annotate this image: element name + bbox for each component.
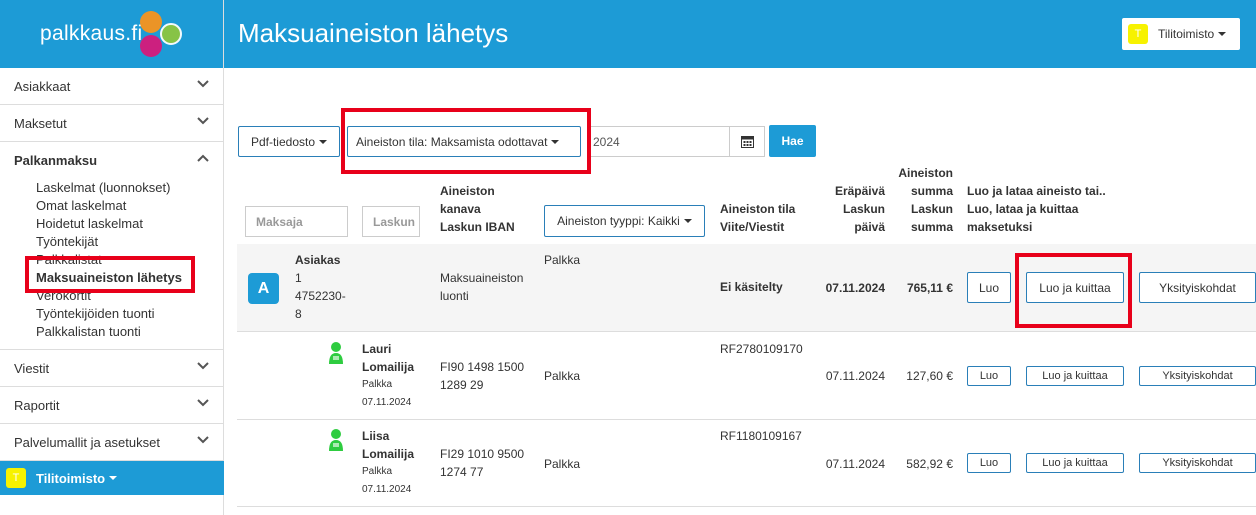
nav-palvelumallit-label: Palvelumallit ja asetukset — [14, 434, 160, 450]
sidebar-item-tyontekijat[interactable]: Työntekijät — [36, 233, 223, 251]
chevron-down-icon — [197, 436, 209, 446]
sidebar-item-palkkalistan-tuonti[interactable]: Palkkalistan tuonti — [36, 323, 223, 341]
details-button[interactable]: Yksityiskohdat — [1139, 272, 1256, 303]
nav-palkanmaksu[interactable]: Palkanmaksu — [0, 142, 223, 179]
employee-sum: 127,60 € — [906, 369, 953, 383]
client-business-id: 4752230- 8 — [295, 289, 346, 321]
logo-bar: palkkaus.fi — [0, 0, 223, 68]
header-state: Aineiston tila Viite/Viestit — [720, 202, 796, 234]
create-confirm-button[interactable]: Luo ja kuittaa — [1026, 453, 1124, 473]
account-label: Tilitoimisto — [1158, 27, 1215, 41]
sidebar-item-omat-laskelmat[interactable]: Omat laskelmat — [36, 197, 223, 215]
employee-type: Palkka — [544, 369, 581, 383]
nav-raportit[interactable]: Raportit — [0, 387, 223, 424]
header-channel: Aineiston kanava Laskun IBAN — [440, 184, 515, 234]
group-type: Palkka — [544, 253, 581, 267]
person-icon — [329, 429, 343, 451]
create-button[interactable]: Luo — [967, 366, 1011, 386]
chevron-down-icon — [197, 80, 209, 90]
group-state: Ei käsitelty — [720, 280, 783, 294]
details-button[interactable]: Yksityiskohdat — [1139, 366, 1256, 386]
group-channel: Maksuaineiston luonti — [440, 271, 524, 303]
page-title: Maksuaineiston lähetys — [238, 18, 509, 48]
employee-reference: RF1180109167 — [720, 429, 802, 443]
calendar-icon — [740, 136, 754, 148]
logo-mark — [138, 11, 186, 59]
caret-down-icon — [319, 139, 328, 144]
header-actions: Luo ja lataa aineisto tai.. Luo, lataa ja… — [967, 184, 1106, 234]
sidebar-account-label: Tilitoimisto — [36, 470, 106, 486]
nav-palvelumallit[interactable]: Palvelumallit ja asetukset — [0, 424, 223, 461]
employee-subinfo: Palkka 07.11.2024 — [362, 379, 412, 408]
employee-due: 07.11.2024 — [825, 369, 885, 383]
account-dropdown[interactable]: T Tilitoimisto — [1122, 18, 1240, 50]
chevron-up-icon — [197, 154, 209, 164]
chevron-down-icon — [197, 399, 209, 409]
row-divider — [237, 419, 1256, 420]
logo[interactable]: palkkaus.fi — [40, 22, 143, 46]
pdf-button-label: Pdf-tiedosto — [250, 134, 316, 149]
person-icon — [329, 342, 343, 364]
employee-subinfo: Palkka 07.11.2024 — [362, 466, 412, 495]
nav-maksetut[interactable]: Maksetut — [0, 105, 223, 142]
employee-reference: RF2780109170 — [720, 342, 803, 356]
nav-viestit[interactable]: Viestit — [0, 350, 223, 387]
payer-filter-input[interactable]: Maksaja — [245, 206, 348, 237]
highlight-box-action — [1015, 253, 1132, 328]
group-due: 07.11.2024 — [825, 281, 885, 295]
nav-raportit-label: Raportit — [14, 397, 60, 413]
invoice-filter-input[interactable]: Laskun — [362, 206, 420, 237]
search-button[interactable]: Hae — [769, 125, 816, 157]
highlight-box-status — [341, 108, 591, 174]
details-button[interactable]: Yksityiskohdat — [1139, 453, 1256, 473]
nav-palkanmaksu-label: Palkanmaksu — [14, 153, 98, 168]
row-divider — [237, 506, 1256, 507]
create-button[interactable]: Luo — [967, 453, 1011, 473]
employee-iban: FI90 1498 1500 1289 29 — [440, 360, 525, 392]
header-sum: Aineiston summa Laskun summa — [898, 166, 953, 234]
account-badge: T — [1128, 24, 1148, 44]
employee-sum: 582,92 € — [906, 457, 953, 471]
sidebar-account-menu[interactable]: T Tilitoimisto — [0, 461, 224, 495]
client-avatar: A — [248, 273, 279, 304]
nav-viestit-label: Viestit — [14, 360, 50, 376]
sidebar: palkkaus.fi Asiakkaat Maksetut Palkanmak… — [0, 0, 224, 515]
employee-name: Liisa Lomailija — [362, 429, 415, 461]
top-header: Maksuaineiston lähetys T Tilitoimisto — [224, 0, 1256, 68]
nav-maksetut-label: Maksetut — [14, 115, 67, 131]
chevron-down-icon — [197, 362, 209, 372]
nav-asiakkaat[interactable]: Asiakkaat — [0, 68, 223, 105]
chevron-down-icon — [197, 117, 209, 127]
highlight-box-sidebar — [25, 256, 195, 293]
sidebar-item-laskelmat[interactable]: Laskelmat (luonnokset) — [36, 179, 223, 197]
employee-due: 07.11.2024 — [825, 457, 885, 471]
group-sum: 765,11 € — [906, 281, 953, 295]
type-filter-dropdown[interactable]: Aineiston tyyppi: Kaikki — [544, 205, 705, 237]
create-confirm-button[interactable]: Luo ja kuittaa — [1026, 366, 1124, 386]
client-name: Asiakas 1 — [295, 253, 341, 285]
sidebar-item-hoidetut-laskelmat[interactable]: Hoidetut laskelmat — [36, 215, 223, 233]
date-input[interactable]: 2024 — [588, 126, 730, 157]
sidebar-item-tyontekijoiden-tuonti[interactable]: Työntekijöiden tuonti — [36, 305, 223, 323]
caret-down-icon — [1218, 32, 1227, 36]
create-button[interactable]: Luo — [967, 272, 1011, 303]
pdf-dropdown-button[interactable]: Pdf-tiedosto — [238, 126, 340, 157]
calendar-button[interactable] — [729, 126, 765, 157]
caret-down-icon — [109, 476, 118, 480]
employee-name: Lauri Lomailija — [362, 342, 415, 374]
account-badge: T — [6, 468, 26, 488]
header-due: Eräpäivä Laskun päivä — [834, 184, 885, 234]
caret-down-icon — [683, 219, 692, 223]
employee-type: Palkka — [544, 457, 581, 471]
employee-iban: FI29 1010 9500 1274 77 — [440, 447, 525, 479]
row-divider — [237, 331, 1256, 332]
type-filter-label: Aineiston tyyppi: Kaikki — [557, 214, 680, 228]
nav-asiakkaat-label: Asiakkaat — [14, 78, 71, 94]
